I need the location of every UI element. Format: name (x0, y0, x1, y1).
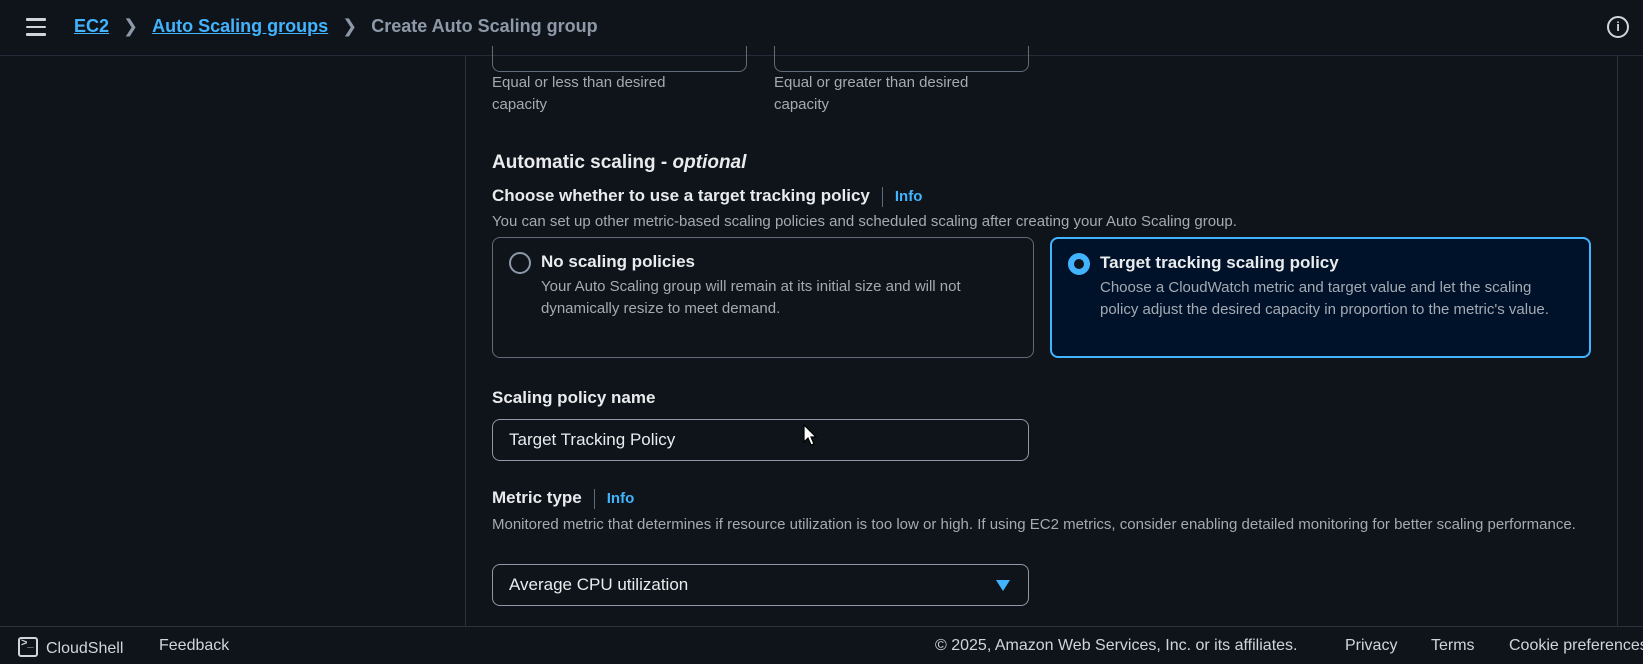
min-capacity-hint: Equal or less than desired capacity (492, 74, 666, 113)
automatic-scaling-heading: Automatic scaling - optional (492, 152, 747, 173)
min-capacity-input[interactable] (492, 46, 747, 72)
cloudshell-button[interactable]: CloudShell (18, 637, 123, 658)
caret-down-icon (996, 580, 1010, 591)
feedback-link[interactable]: Feedback (159, 637, 229, 655)
cloudshell-label: CloudShell (46, 640, 124, 657)
chevron-right-icon: ❯ (123, 16, 139, 36)
copyright-text: © 2025, Amazon Web Services, Inc. or its… (935, 637, 1298, 654)
scaling-info-link[interactable]: Info (895, 188, 923, 205)
radio-selected-icon[interactable] (1068, 253, 1090, 275)
breadcrumb-current-page: Create Auto Scaling group (371, 16, 598, 36)
option-description: Choose a CloudWatch metric and target va… (1100, 279, 1549, 318)
no-scaling-policies-option[interactable]: No scaling policies Your Auto Scaling gr… (492, 237, 1034, 358)
mouse-pointer-icon (803, 424, 818, 446)
breadcrumb-ec2-link[interactable]: EC2 (74, 16, 109, 37)
right-divider (1617, 56, 1618, 626)
radio-unselected-icon[interactable] (509, 252, 531, 274)
scaling-options: No scaling policies Your Auto Scaling gr… (492, 237, 1602, 359)
cookie-preferences-link[interactable]: Cookie preferences (1509, 637, 1643, 655)
footer: CloudShell Feedback © 2025, Amazon Web S… (0, 626, 1643, 664)
metric-type-row: Metric type Info (492, 488, 634, 509)
cloudshell-icon (18, 637, 38, 657)
policy-name-label: Scaling policy name (492, 388, 656, 407)
policy-name-input[interactable]: Target Tracking Policy (492, 419, 1029, 461)
scaling-question-row: Choose whether to use a target tracking … (492, 186, 922, 207)
metric-type-select[interactable]: Average CPU utilization (492, 564, 1029, 606)
main-content: Equal or less than desired capacity Equa… (492, 46, 1602, 626)
target-tracking-option[interactable]: Target tracking scaling policy Choose a … (1050, 237, 1591, 358)
max-capacity-hint: Equal or greater than desired capacity (774, 74, 969, 113)
option-title: Target tracking scaling policy (1100, 253, 1339, 272)
privacy-link[interactable]: Privacy (1345, 637, 1397, 655)
breadcrumb-auto-scaling-groups-link[interactable]: Auto Scaling groups (152, 16, 328, 37)
metric-type-label: Metric type (492, 488, 582, 507)
metric-type-selected-value: Average CPU utilization (509, 575, 689, 594)
scaling-question-label: Choose whether to use a target tracking … (492, 186, 870, 205)
metric-type-description: Monitored metric that determines if reso… (492, 516, 1576, 533)
content-divider (465, 56, 466, 626)
chevron-right-icon: ❯ (342, 16, 358, 36)
option-description: Your Auto Scaling group will remain at i… (541, 278, 961, 317)
max-capacity-input[interactable] (774, 46, 1029, 72)
breadcrumb: EC2 ❯ Auto Scaling groups ❯ Create Auto … (74, 16, 598, 37)
left-panel (0, 56, 465, 626)
scaling-description: You can set up other metric-based scalin… (492, 213, 1237, 230)
menu-icon[interactable] (26, 18, 46, 36)
info-panel-icon[interactable]: i (1607, 16, 1629, 38)
option-title: No scaling policies (541, 252, 695, 271)
metric-type-info-link[interactable]: Info (607, 490, 635, 507)
terms-link[interactable]: Terms (1431, 637, 1475, 655)
